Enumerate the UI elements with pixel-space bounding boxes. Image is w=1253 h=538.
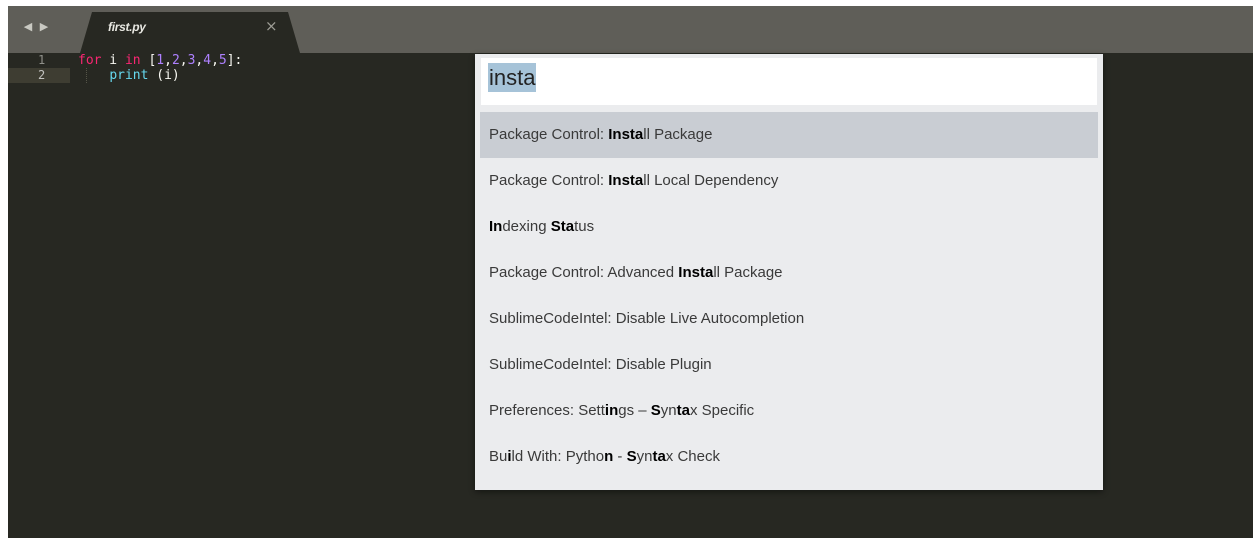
match-highlight: ta	[676, 402, 690, 419]
match-highlight: S	[650, 402, 661, 419]
item-text: x Specific	[689, 402, 755, 419]
editor-window: ◀ ▶ first.py × 1 2 for i in [1,2,3,4,5]:…	[8, 6, 1253, 538]
command-palette-item[interactable]: Package Control: Install Package	[480, 112, 1098, 158]
code-token: ]:	[226, 53, 243, 68]
code-token: 2	[171, 53, 180, 68]
match-highlight: in	[604, 402, 619, 419]
tab-first-py[interactable]: first.py ×	[80, 12, 300, 53]
back-arrow-icon[interactable]: ◀	[22, 20, 34, 33]
tab-navigation: ◀ ▶	[22, 20, 50, 33]
item-text: SublimeCodeIntel: Disable Live Autocompl…	[489, 310, 805, 327]
match-highlight: Insta	[608, 172, 644, 189]
item-text: yn	[636, 448, 653, 465]
code-token: 4	[203, 53, 212, 68]
command-palette: insta Package Control: Install Package Pa…	[475, 54, 1103, 490]
code-token: i	[101, 53, 125, 68]
item-text: gs –	[618, 402, 651, 419]
match-highlight: n	[604, 448, 614, 465]
query-text: insta	[488, 63, 537, 92]
command-palette-item[interactable]: Preferences: Settings – Syntax Specific	[480, 388, 1098, 434]
match-highlight: Sta	[550, 218, 575, 235]
item-text: Bu	[489, 448, 508, 465]
code-token: ,	[211, 53, 219, 68]
item-text: yn	[660, 402, 677, 419]
command-palette-item[interactable]: SublimeCodeIntel: Disable Plugin	[480, 342, 1098, 388]
match-highlight: Insta	[608, 126, 644, 143]
item-text: Preferences: Sett	[489, 402, 605, 419]
code-token: 5	[218, 53, 227, 68]
command-palette-item[interactable]: SublimeCodeIntel: Disable Live Autocompl…	[480, 296, 1098, 342]
command-palette-item[interactable]: Build With: Python - Syntax Check	[480, 434, 1098, 480]
item-text: Package Control: Advanced	[489, 264, 679, 281]
command-palette-item[interactable]: Package Control: Advanced Install Packag…	[480, 250, 1098, 296]
match-highlight: In	[489, 218, 503, 235]
item-text: ld With: Pytho	[511, 448, 605, 465]
item-text: dexing	[502, 218, 551, 235]
code-token: ,	[164, 53, 172, 68]
match-highlight: ta	[652, 448, 666, 465]
command-palette-results: Package Control: Install Package Package …	[480, 112, 1098, 480]
line-number: 1	[38, 53, 46, 67]
code-token: for	[78, 53, 102, 68]
tab-title: first.py	[108, 20, 146, 34]
command-palette-item[interactable]: Package Control: Install Local Dependenc…	[480, 158, 1098, 204]
item-text: ll Package	[713, 264, 783, 281]
code-token: 1	[156, 53, 165, 68]
forward-arrow-icon[interactable]: ▶	[38, 20, 50, 33]
item-text: x Check	[665, 448, 720, 465]
command-palette-item[interactable]: Indexing Status	[480, 204, 1098, 250]
item-text: SublimeCodeIntel: Disable Plugin	[489, 356, 712, 373]
item-text: Package Control:	[489, 126, 609, 143]
code-token: print	[109, 68, 149, 83]
match-highlight: Insta	[678, 264, 714, 281]
tab-bar: ◀ ▶ first.py ×	[8, 6, 1253, 53]
match-highlight: S	[626, 448, 637, 465]
command-palette-input[interactable]: insta	[481, 58, 1097, 105]
code-token: in	[124, 53, 141, 68]
code-token: ,	[179, 53, 188, 68]
item-text: Package Control:	[489, 172, 609, 189]
item-text: ll Local Dependency	[643, 172, 779, 189]
line-number-active: 2	[8, 68, 70, 83]
code-token: (i)	[148, 68, 180, 83]
item-text: tus	[574, 218, 595, 235]
line-number-gutter: 1 2	[8, 53, 70, 538]
code-token: [	[140, 53, 157, 68]
item-text: ll Package	[643, 126, 713, 143]
item-text: -	[613, 448, 627, 465]
close-icon[interactable]: ×	[265, 17, 278, 35]
